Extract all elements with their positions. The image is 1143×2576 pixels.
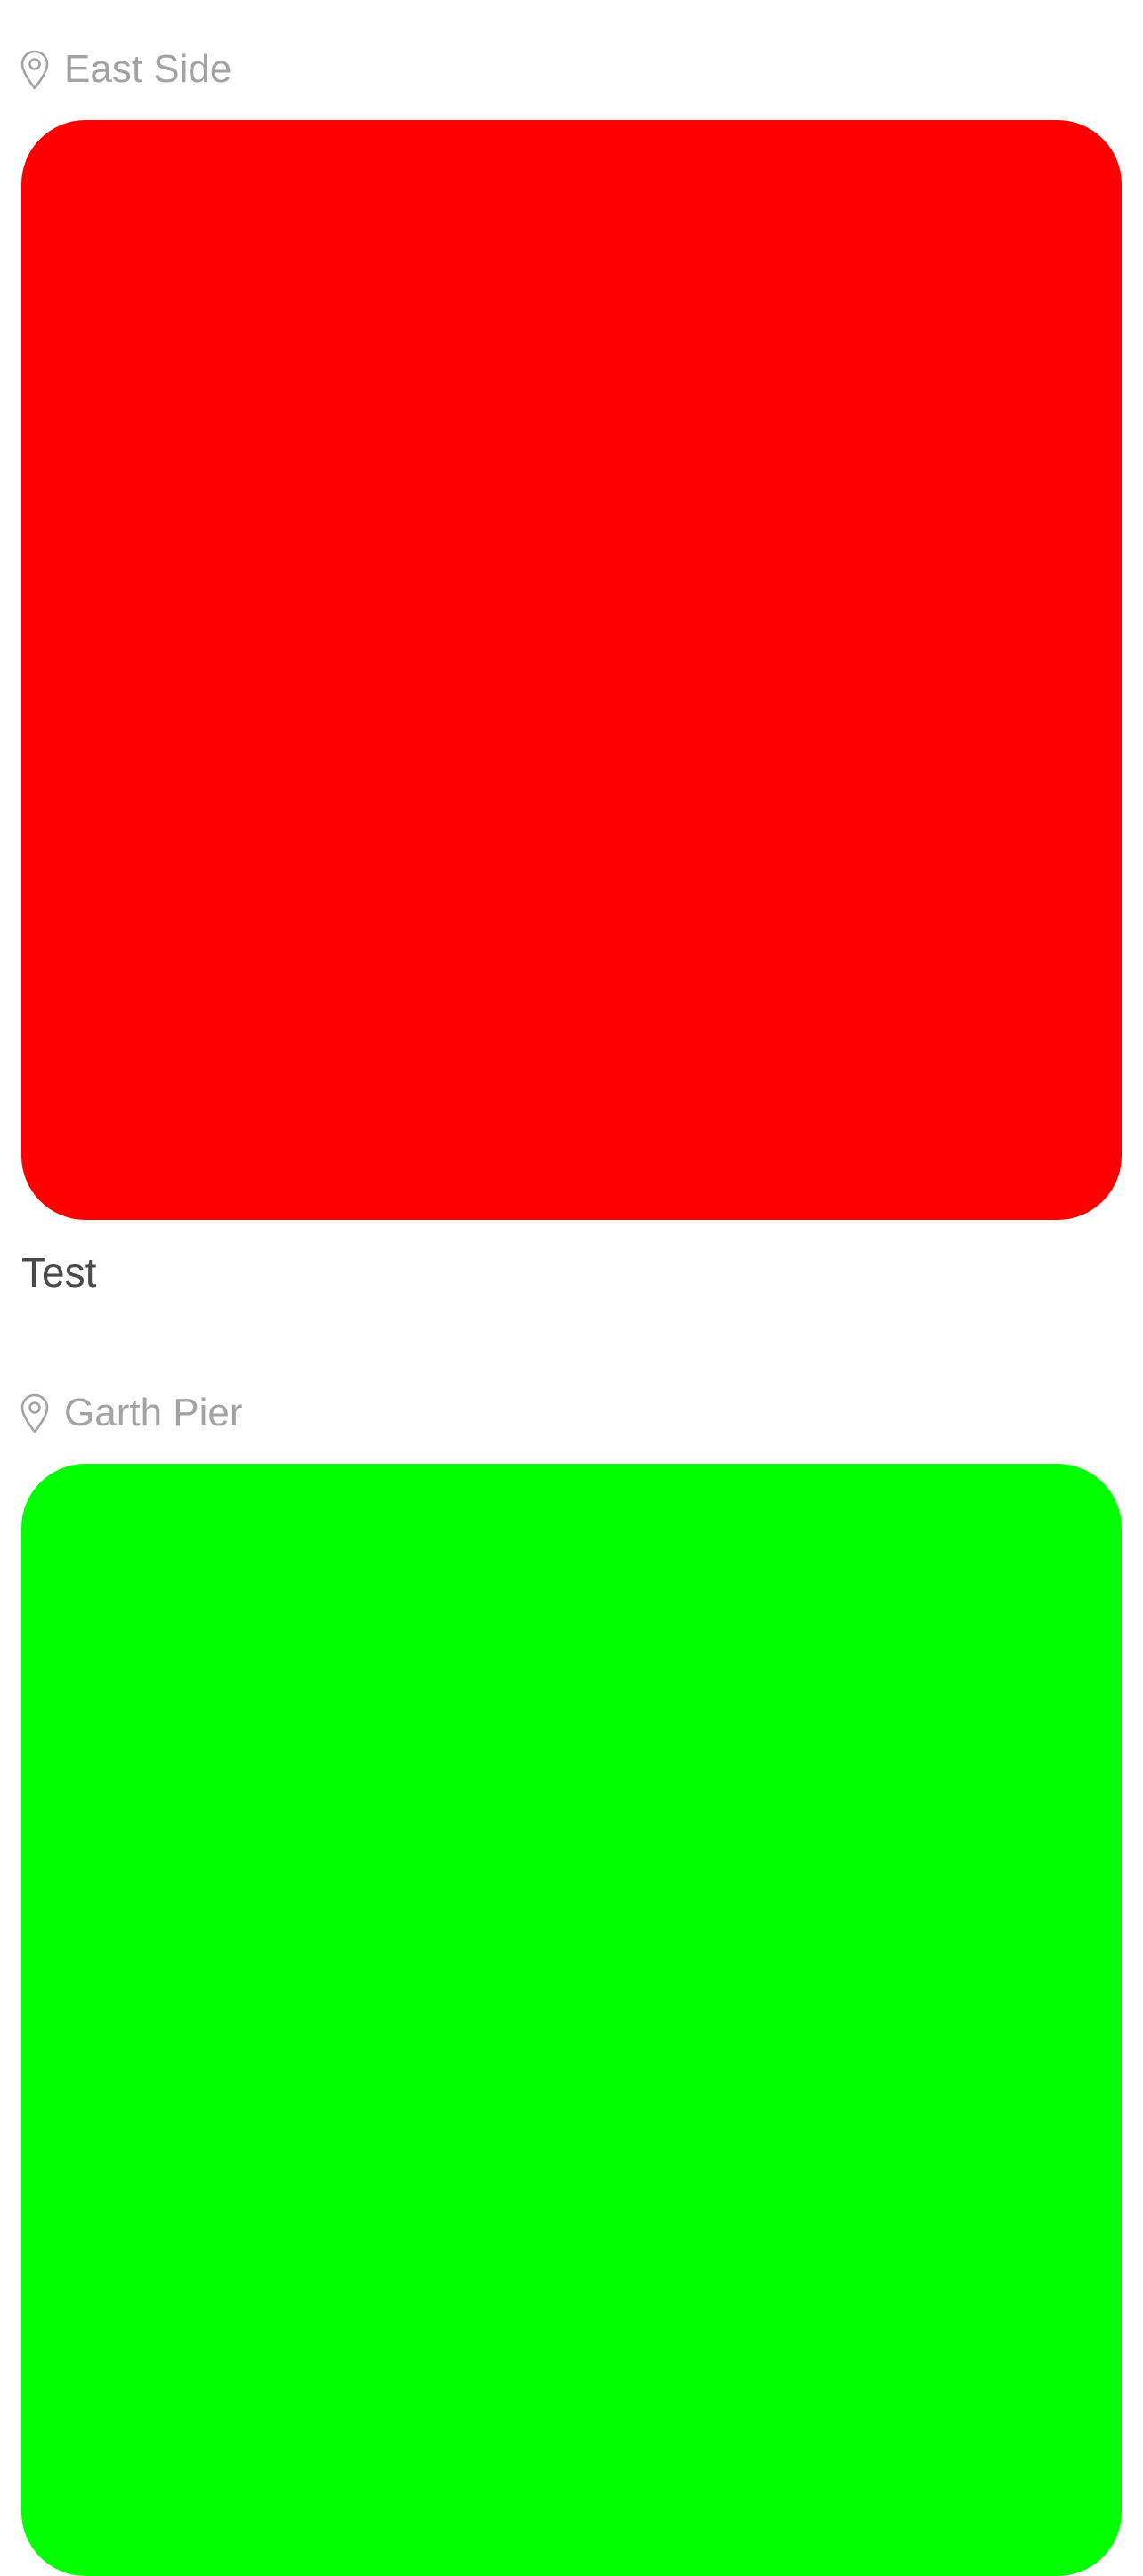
map-pin-icon — [20, 1393, 50, 1433]
location-label: Garth Pier — [64, 1391, 243, 1434]
location-label: East Side — [64, 47, 232, 91]
map-pin-icon — [20, 49, 50, 90]
post-image[interactable] — [21, 1464, 1122, 2576]
post-image[interactable] — [21, 120, 1122, 1220]
post-caption: Test — [21, 1249, 97, 1296]
post-location[interactable]: East Side — [20, 43, 231, 96]
post-location[interactable]: Garth Pier — [20, 1386, 243, 1440]
